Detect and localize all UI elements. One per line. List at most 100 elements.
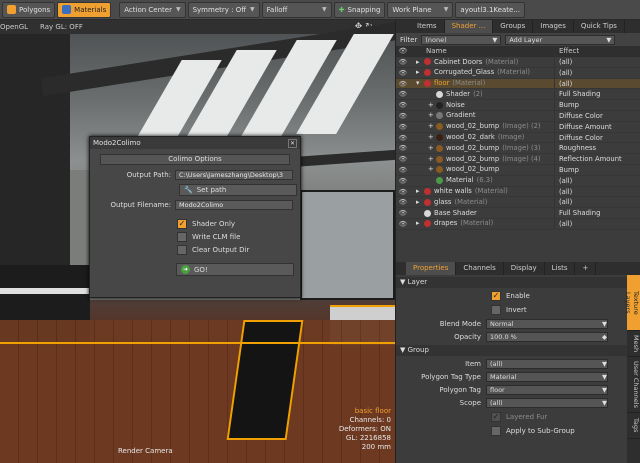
layer-effect[interactable]: Bump bbox=[554, 100, 640, 110]
shader-tree-row[interactable]: 👁 ▸ drapes (Material) (all) bbox=[396, 218, 640, 230]
dialog-titlebar[interactable]: Modo2Colimo ✕ bbox=[90, 137, 300, 149]
opengl-label[interactable]: OpenGL bbox=[0, 23, 28, 31]
shader-tree-row[interactable]: 👁 + wood_02_bump (Image) (2) Diffuse Amount bbox=[396, 121, 640, 133]
layered-fur-checkbox[interactable]: ✓ bbox=[491, 412, 501, 422]
symmetry-dropdown[interactable]: Symmetry : Off ▼ bbox=[187, 1, 260, 18]
visibility-eye-icon[interactable]: 👁 bbox=[396, 68, 410, 78]
go-button[interactable]: ➜ GO! bbox=[176, 263, 294, 276]
polygons-mode-button[interactable]: Polygons bbox=[2, 1, 56, 18]
tab-items[interactable]: Items bbox=[410, 20, 445, 33]
materials-mode-button[interactable]: Materials bbox=[57, 1, 112, 18]
shader-tree-row[interactable]: 👁 Material (6.3) (all) bbox=[396, 175, 640, 187]
layer-effect[interactable]: Full Shading bbox=[554, 89, 640, 100]
layer-section-header[interactable]: ▼ Layer bbox=[396, 277, 628, 288]
visibility-eye-icon[interactable]: 👁 bbox=[396, 143, 410, 153]
layer-effect[interactable]: (all) bbox=[554, 175, 640, 186]
tab-images[interactable]: Images bbox=[533, 20, 574, 33]
tab-display[interactable]: Display bbox=[504, 262, 545, 275]
clear-output-row[interactable]: Clear Output Dir bbox=[177, 245, 249, 255]
visibility-eye-icon[interactable]: 👁 bbox=[396, 208, 410, 218]
expand-toggle-icon[interactable]: ▸ bbox=[416, 57, 424, 67]
expand-toggle-icon[interactable]: + bbox=[428, 154, 436, 164]
polygon-tag-dropdown[interactable]: floor ▼ bbox=[486, 385, 608, 395]
add-tab-icon[interactable]: + bbox=[575, 262, 597, 275]
visibility-eye-icon[interactable]: 👁 bbox=[396, 111, 410, 121]
layer-effect[interactable]: (all) bbox=[554, 57, 640, 67]
expand-toggle-icon[interactable]: ▾ bbox=[416, 79, 424, 89]
write-clm-row[interactable]: Write CLM file bbox=[177, 232, 240, 242]
expand-toggle-icon[interactable]: + bbox=[428, 143, 436, 153]
enable-row[interactable]: ✓ Enable bbox=[491, 291, 530, 301]
layer-effect[interactable]: Roughness bbox=[554, 143, 640, 154]
layer-effect[interactable]: (all) bbox=[554, 186, 640, 197]
layer-effect[interactable]: (all) bbox=[554, 67, 640, 78]
shader-tree-row[interactable]: 👁 ▾ floor (Material) (all) bbox=[396, 78, 640, 90]
opacity-field[interactable]: 100.0 % ◆ bbox=[486, 332, 608, 342]
layout-dropdown[interactable]: ayoutl3.1Keate... bbox=[455, 1, 525, 18]
tab-quick-tips[interactable]: Quick Tips bbox=[574, 20, 625, 33]
colimo-options-header[interactable]: Colimo Options bbox=[100, 154, 290, 165]
write-clm-checkbox[interactable] bbox=[177, 232, 187, 242]
layer-effect[interactable]: (all) bbox=[554, 197, 640, 208]
expand-toggle-icon[interactable]: + bbox=[428, 165, 436, 175]
polygon-tag-type-dropdown[interactable]: Material ▼ bbox=[486, 372, 608, 382]
visibility-eye-icon[interactable]: 👁 bbox=[396, 197, 410, 207]
expand-toggle-icon[interactable]: ▸ bbox=[416, 187, 424, 197]
visibility-eye-icon[interactable]: 👁 bbox=[396, 176, 410, 186]
vtab-user-channels[interactable]: User Channels bbox=[627, 357, 640, 413]
shader-tree-row[interactable]: 👁 + Noise Bump bbox=[396, 100, 640, 111]
vtab-mesh[interactable]: Mesh bbox=[627, 331, 640, 357]
invert-checkbox[interactable] bbox=[491, 305, 501, 315]
output-filename-field[interactable]: Modo2Colimo bbox=[175, 200, 293, 210]
layer-effect[interactable]: Diffuse Color bbox=[554, 132, 640, 143]
shader-tree-row[interactable]: 👁 ▸ Corrugated_Glass (Material) (all) bbox=[396, 67, 640, 79]
layer-effect[interactable]: (all) bbox=[554, 218, 640, 229]
expand-toggle-icon[interactable]: + bbox=[428, 122, 436, 132]
shader-tree-row[interactable]: 👁 ▸ Cabinet Doors (Material) (all) bbox=[396, 57, 640, 68]
shader-only-row[interactable]: ✓ Shader Only bbox=[177, 219, 235, 229]
scope-dropdown[interactable]: (all) ▼ bbox=[486, 398, 608, 408]
visibility-eye-icon[interactable]: 👁 bbox=[396, 187, 410, 197]
expand-toggle-icon[interactable]: + bbox=[428, 100, 436, 110]
tab-lists[interactable]: Lists bbox=[545, 262, 576, 275]
visibility-eye-icon[interactable]: 👁 bbox=[396, 79, 410, 89]
tab-groups[interactable]: Groups bbox=[493, 20, 534, 33]
visibility-eye-icon[interactable]: 👁 bbox=[396, 100, 410, 110]
layer-effect[interactable]: Diffuse Amount bbox=[554, 121, 640, 132]
expand-toggle-icon[interactable]: ▸ bbox=[416, 68, 424, 78]
close-icon[interactable]: ✕ bbox=[288, 138, 297, 148]
name-column-header[interactable]: Name bbox=[410, 46, 554, 57]
expand-toggle-icon[interactable]: ▸ bbox=[416, 219, 424, 229]
shader-tree-row[interactable]: 👁 + wood_02_dark (Image) Diffuse Color bbox=[396, 132, 640, 144]
vtab-texture-layers[interactable]: Texture Layers bbox=[624, 275, 640, 331]
shader-tree-row[interactable]: 👁 ▸ white walls (Material) (all) bbox=[396, 186, 640, 198]
visibility-eye-icon[interactable]: 👁 bbox=[396, 154, 410, 164]
action-center-dropdown[interactable]: Action Center ▼ bbox=[119, 1, 186, 18]
layer-effect[interactable]: Diffuse Color bbox=[554, 110, 640, 121]
shader-tree-row[interactable]: 👁 + Gradient Diffuse Color bbox=[396, 110, 640, 122]
falloff-dropdown[interactable]: Falloff ▼ bbox=[261, 1, 332, 18]
enable-checkbox[interactable]: ✓ bbox=[491, 291, 501, 301]
shader-tree-row[interactable]: 👁 + wood_02_bump (Image) (3) Roughness bbox=[396, 143, 640, 155]
item-dropdown[interactable]: (all) ▼ bbox=[486, 359, 608, 369]
expand-toggle-icon[interactable]: + bbox=[428, 133, 436, 143]
layer-effect[interactable]: Full Shading bbox=[554, 208, 640, 218]
tab-properties[interactable]: Properties bbox=[406, 262, 457, 275]
clear-output-checkbox[interactable] bbox=[177, 245, 187, 255]
vtab-tags[interactable]: Tags bbox=[627, 413, 640, 439]
visibility-eye-icon[interactable]: 👁 bbox=[396, 122, 410, 132]
filter-dropdown[interactable]: (none) ▼ bbox=[421, 34, 502, 45]
shader-only-checkbox[interactable]: ✓ bbox=[177, 219, 187, 229]
expand-toggle-icon[interactable]: + bbox=[428, 111, 436, 121]
set-path-button[interactable]: 🔧 Set path bbox=[179, 184, 297, 196]
add-layer-dropdown[interactable]: Add Layer ▼ bbox=[505, 34, 616, 45]
shader-tree-row[interactable]: 👁 ▸ glass (Material) (all) bbox=[396, 197, 640, 209]
apply-subgroup-checkbox[interactable] bbox=[491, 426, 501, 436]
shader-tree-row[interactable]: 👁 + wood_02_bump Bump bbox=[396, 164, 640, 176]
output-path-field[interactable]: C:\Users\Jameszhang\Desktop\3 bbox=[175, 170, 293, 180]
shader-tree-row[interactable]: 👁 Shader (2) Full Shading bbox=[396, 89, 640, 101]
layer-effect[interactable]: Bump bbox=[554, 164, 640, 175]
group-section-header[interactable]: ▼ Group bbox=[396, 345, 628, 356]
invert-row[interactable]: Invert bbox=[491, 305, 527, 315]
visibility-eye-icon[interactable]: 👁 bbox=[396, 165, 410, 175]
